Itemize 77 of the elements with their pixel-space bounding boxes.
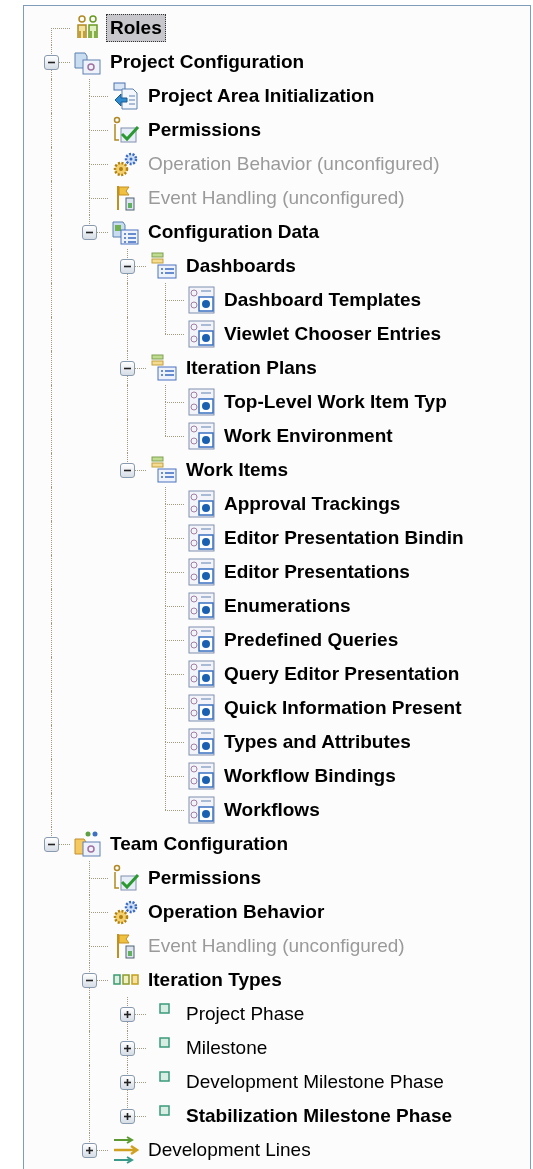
tree-item-label[interactable]: Types and Attributes — [220, 728, 415, 756]
form-icon — [188, 592, 216, 620]
gears-icon — [112, 150, 140, 178]
expand-button[interactable] — [120, 1007, 135, 1022]
collapse-button[interactable] — [120, 259, 135, 274]
tree-item-label[interactable]: Project Area Initialization — [144, 82, 379, 110]
collapse-button[interactable] — [120, 361, 135, 376]
tree-item-label[interactable]: Team Configuration — [106, 830, 293, 858]
form-icon — [188, 762, 216, 790]
tree-item-label[interactable]: Dashboard Templates — [220, 286, 426, 314]
form-icon — [188, 558, 216, 586]
tree-item-label[interactable]: Workflows — [220, 796, 324, 824]
stacked-list-icon — [150, 252, 178, 280]
tree-item-label[interactable]: Work Environment — [220, 422, 397, 450]
expand-button[interactable] — [82, 1143, 97, 1158]
tree-item-label[interactable]: Stabilization Milestone Phase — [182, 1102, 457, 1130]
stacked-list-icon — [150, 354, 178, 382]
form-icon — [188, 626, 216, 654]
form-icon — [188, 320, 216, 348]
tree-item-label[interactable]: Enumerations — [220, 592, 355, 620]
tree-item-label[interactable]: Configuration Data — [144, 218, 323, 246]
plus-icon — [85, 1146, 94, 1155]
collapse-button[interactable] — [82, 973, 97, 988]
square-icon — [158, 1071, 170, 1082]
stacked-list-icon — [150, 456, 178, 484]
tree-item-label[interactable]: Predefined Queries — [220, 626, 403, 654]
plus-icon — [123, 1044, 132, 1053]
tree-item-label[interactable]: Operation Behavior — [144, 898, 329, 926]
folder-list-icon — [112, 218, 140, 246]
gears-icon — [112, 898, 140, 926]
tree-item-label[interactable]: Development Lines — [144, 1136, 315, 1164]
tree-item-label[interactable]: Project Configuration — [106, 48, 309, 76]
tree-item-label[interactable]: Quick Information Present — [220, 694, 466, 722]
tree-item-label[interactable]: Editor Presentations — [220, 558, 414, 586]
tree-item-label[interactable]: Viewlet Chooser Entries — [220, 320, 446, 348]
plus-icon — [123, 1078, 132, 1087]
tree-item-label[interactable]: Permissions — [144, 116, 265, 144]
form-icon — [188, 388, 216, 416]
square-icon — [158, 1105, 170, 1116]
tree-item-label[interactable]: Development Milestone Phase — [182, 1068, 448, 1096]
plus-icon — [123, 1112, 132, 1121]
tree-item-label[interactable]: Project Phase — [182, 1000, 309, 1028]
plus-icon — [123, 1010, 132, 1019]
tree-item-label[interactable]: Editor Presentation Bindin — [220, 524, 468, 552]
tree-item-label[interactable]: Workflow Bindings — [220, 762, 400, 790]
form-icon — [188, 694, 216, 722]
person-checkmark-icon — [112, 116, 140, 144]
form-icon — [188, 286, 216, 314]
tree-item-label[interactable]: Work Items — [182, 456, 293, 484]
collapse-button[interactable] — [120, 463, 135, 478]
tree-item-label[interactable]: Permissions — [144, 864, 265, 892]
form-icon — [188, 660, 216, 688]
expand-button[interactable] — [120, 1109, 135, 1124]
expand-button[interactable] — [120, 1075, 135, 1090]
form-icon — [188, 524, 216, 552]
person-checkmark-icon — [112, 864, 140, 892]
square-icon — [158, 1037, 170, 1048]
collapse-button[interactable] — [44, 55, 59, 70]
expand-button[interactable] — [120, 1041, 135, 1056]
collapse-button[interactable] — [82, 225, 97, 240]
tree-item-label[interactable]: Dashboards — [182, 252, 300, 280]
form-icon — [188, 490, 216, 518]
tree-item-label[interactable]: Top-Level Work Item Typ — [220, 388, 451, 416]
form-icon — [188, 796, 216, 824]
tree-item-label[interactable]: Query Editor Presentation — [220, 660, 464, 688]
team-folder-icon — [74, 830, 102, 858]
arrows-icon — [112, 1136, 140, 1164]
form-icon — [188, 728, 216, 756]
tree-item-label[interactable]: Milestone — [182, 1034, 272, 1062]
collapse-button[interactable] — [44, 837, 59, 852]
document-arrow-icon — [112, 82, 140, 110]
tree-item-label[interactable]: Approval Trackings — [220, 490, 405, 518]
square-icon — [158, 1003, 170, 1014]
tree-item-label[interactable]: Roles — [106, 14, 166, 42]
tree-item-label[interactable]: Iteration Plans — [182, 354, 321, 382]
tree-item-label[interactable]: Iteration Types — [144, 966, 286, 994]
form-icon — [188, 422, 216, 450]
